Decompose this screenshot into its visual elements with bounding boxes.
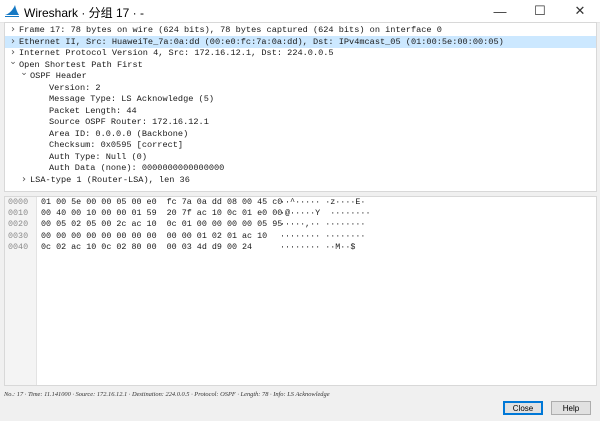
hex-ascii[interactable]: ·····,·· ········ — [280, 219, 365, 230]
close-icon: ✕ — [574, 3, 586, 18]
hex-offset[interactable]: 0020 — [8, 219, 28, 230]
tree-row[interactable]: › Frame 17: 78 bytes on wire (624 bits), … — [5, 24, 596, 36]
tree-row[interactable]: › Ethernet II, Src: HuaweiTe_7a:0a:dd (00… — [5, 35, 596, 48]
hex-offset[interactable]: 0040 — [8, 242, 28, 253]
tree-row[interactable]: ⌄ Open Shortest Path First — [5, 57, 596, 71]
hex-ascii[interactable]: ·@·····Y ········ — [280, 208, 370, 219]
title-bar: Wireshark · 分组 17 · - — ☐ ✕ — [0, 0, 600, 23]
tree-row-label: Version: 2 — [49, 82, 101, 93]
tree-row[interactable]: Area ID: 0.0.0.0 (Backbone) — [5, 128, 596, 140]
tree-row-label: Open Shortest Path First — [19, 59, 143, 70]
maximize-icon: ☐ — [534, 3, 546, 18]
window-title: Wireshark · 分组 17 · - — [24, 6, 145, 20]
hex-bytes[interactable]: 00 40 00 10 00 00 01 59 20 7f ac 10 0c 0… — [41, 208, 282, 219]
hex-bytes[interactable]: 00 00 00 00 00 00 00 00 00 00 01 02 01 a… — [41, 231, 267, 242]
tree-row[interactable]: Auth Type: Null (0) — [5, 151, 596, 163]
tree-row[interactable]: Auth Data (none): 0000000000000000 — [5, 162, 596, 174]
tree-row-label: Source OSPF Router: 172.16.12.1 — [49, 117, 209, 127]
tree-row[interactable]: Source OSPF Router: 172.16.12.1 — [5, 116, 596, 128]
chevron-right-icon[interactable]: › — [19, 174, 29, 186]
tree-row-label: Frame 17: 78 bytes on wire (624 bits), 7… — [19, 25, 442, 35]
wireshark-fin-icon — [5, 5, 19, 17]
chevron-down-icon[interactable]: ⌄ — [19, 69, 29, 82]
hex-ascii[interactable]: ··^····· ·z····E· — [280, 197, 365, 208]
packet-bytes-pane[interactable]: 0000 01 00 5e 00 00 05 00 e0 fc 7a 0a dd … — [4, 196, 597, 386]
hex-offset[interactable]: 0030 — [8, 231, 28, 242]
tree-row[interactable]: ⌄ OSPF Header — [5, 69, 596, 82]
hex-ascii[interactable]: ········ ··M··$ — [280, 242, 355, 253]
hex-bytes[interactable]: 0c 02 ac 10 0c 02 80 00 00 03 4d d9 00 2… — [41, 242, 252, 253]
tree-row-label: OSPF Header — [30, 71, 87, 81]
maximize-button[interactable]: ☐ — [520, 0, 560, 22]
chevron-right-icon[interactable]: › — [8, 24, 18, 36]
tree-row-label: Checksum: 0x0595 [correct] — [49, 140, 184, 150]
tree-row-label: Area ID: 0.0.0.0 (Backbone) — [49, 128, 189, 139]
tree-row[interactable]: Message Type: LS Acknowledge (5) — [5, 93, 596, 105]
tree-row-label: Message Type: LS Acknowledge (5) — [49, 94, 215, 104]
help-button[interactable]: Help — [551, 401, 591, 415]
minimize-icon: — — [493, 3, 507, 19]
tree-row[interactable]: › Internet Protocol Version 4, Src: 172.1… — [5, 47, 596, 59]
tree-row-label: Auth Data (none): 0000000000000000 — [49, 163, 225, 173]
chevron-right-icon[interactable]: › — [8, 36, 18, 48]
tree-row-label: Packet Length: 44 — [49, 105, 137, 116]
minimize-button[interactable]: — — [480, 0, 520, 22]
close-window-button[interactable]: ✕ — [560, 0, 600, 22]
hex-ascii[interactable]: ········ ········ — [280, 231, 365, 242]
tree-row-label: Ethernet II, Src: HuaweiTe_7a:0a:dd (00:… — [19, 36, 504, 47]
packet-summary-status: No.: 17 · Time: 11.141000 · Source: 172.… — [4, 391, 330, 398]
tree-row-label: Auth Type: Null (0) — [49, 151, 147, 162]
hex-bytes[interactable]: 00 05 02 05 00 2c ac 10 0c 01 00 00 00 0… — [41, 219, 282, 230]
close-button[interactable]: Close — [503, 401, 543, 415]
packet-details-tree[interactable]: › Frame 17: 78 bytes on wire (624 bits), … — [4, 22, 597, 192]
tree-row[interactable]: › LSA-type 1 (Router-LSA), len 36 — [5, 174, 596, 186]
tree-row[interactable]: Packet Length: 44 — [5, 105, 596, 117]
hex-bytes[interactable]: 01 00 5e 00 00 05 00 e0 fc 7a 0a dd 08 0… — [41, 197, 282, 208]
hex-offset[interactable]: 0000 — [8, 197, 28, 208]
tree-row-label: Internet Protocol Version 4, Src: 172.16… — [19, 48, 334, 58]
tree-row-label: LSA-type 1 (Router-LSA), len 36 — [30, 174, 190, 185]
tree-row[interactable]: Version: 2 — [5, 82, 596, 94]
hex-offset[interactable]: 0010 — [8, 208, 28, 219]
tree-row[interactable]: Checksum: 0x0595 [correct] — [5, 139, 596, 151]
chevron-down-icon[interactable]: ⌄ — [8, 57, 18, 71]
